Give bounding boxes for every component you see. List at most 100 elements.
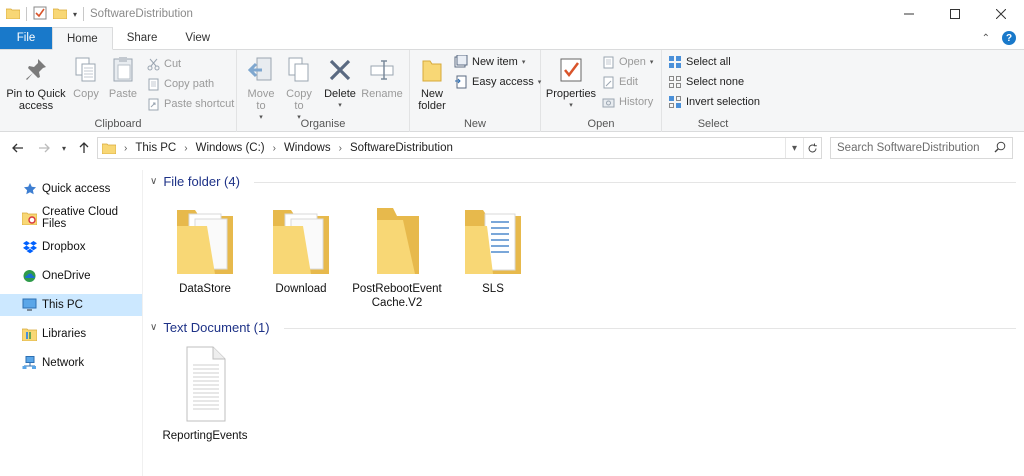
search-icon[interactable] (994, 141, 1006, 156)
invert-selection-button[interactable]: Invert selection (668, 93, 760, 111)
computer-icon (22, 298, 37, 313)
recent-locations-button[interactable]: ▾ (54, 138, 74, 158)
cut-button[interactable]: Cut (146, 55, 181, 73)
window-title: SoftwareDistribution (90, 8, 193, 20)
delete-button[interactable]: Delete ▾ (321, 54, 359, 112)
copy-icon (71, 54, 101, 86)
new-item-button[interactable]: New item ▾ (454, 53, 525, 71)
item-label: PostRebootEvent Cache.V2 (352, 283, 442, 309)
breadcrumb-softwaredistribution[interactable]: SoftwareDistribution (350, 142, 453, 154)
folder-item-sls[interactable]: SLS (449, 198, 537, 296)
search-input[interactable]: Search SoftwareDistribution (830, 137, 1013, 159)
history-button[interactable]: History (601, 93, 653, 111)
nav-item-network[interactable]: Network (0, 352, 142, 374)
rename-button[interactable]: Rename (359, 54, 405, 100)
delete-x-icon (325, 54, 355, 86)
collapse-ribbon-icon[interactable]: ⌃ (982, 33, 990, 44)
back-button[interactable] (8, 138, 28, 158)
move-to-button[interactable]: Move to ▾ (243, 54, 279, 124)
customize-toolbar-icon[interactable]: ▾ (73, 10, 77, 19)
breadcrumb-separator[interactable]: › (273, 143, 276, 154)
close-button[interactable] (978, 0, 1024, 28)
window-controls (886, 0, 1024, 28)
refresh-button[interactable] (803, 138, 821, 158)
item-label: SLS (482, 283, 504, 295)
select-all-button[interactable]: Select all (668, 53, 731, 71)
invert-selection-icon (668, 95, 682, 109)
tab-view[interactable]: View (171, 27, 224, 49)
open-icon (601, 55, 615, 69)
navigation-bar: ▾ › This PC › Windows (C:) › Windows › S… (0, 133, 1024, 163)
properties-button[interactable]: Properties ▾ (545, 54, 597, 112)
breadcrumb-this-pc[interactable]: This PC (135, 142, 176, 154)
item-label: Download (275, 283, 327, 295)
paste-shortcut-button[interactable]: Paste shortcut (146, 95, 234, 113)
new-folder-icon[interactable] (52, 7, 68, 22)
move-to-icon (246, 54, 276, 86)
breadcrumb-windows[interactable]: Windows (284, 142, 331, 154)
file-item-reportingevents[interactable]: ReportingEvents (161, 345, 249, 443)
properties-icon (556, 54, 586, 86)
copy-path-button[interactable]: Copy path (146, 75, 214, 93)
select-group: Select all Select none Invert selection … (662, 50, 764, 132)
group-header-text-document[interactable]: ∨ Text Document (1) (150, 320, 270, 335)
folder-item-download[interactable]: Download (257, 198, 345, 296)
forward-button[interactable] (34, 138, 54, 158)
tab-file[interactable]: File (0, 27, 52, 49)
scissors-icon (146, 57, 160, 71)
copy-path-icon (146, 77, 160, 91)
new-item-icon (454, 55, 468, 69)
nav-item-dropbox[interactable]: Dropbox (0, 236, 142, 258)
quick-access-toolbar: ▾ (0, 6, 85, 23)
nav-item-libraries[interactable]: Libraries (0, 323, 142, 345)
group-label: Select (697, 118, 729, 130)
libraries-icon (22, 327, 37, 342)
minimize-button[interactable] (886, 0, 932, 28)
new-folder-icon (417, 54, 447, 86)
dropbox-icon (22, 240, 37, 255)
nav-item-quick-access[interactable]: Quick access (0, 178, 142, 200)
empty-folder-icon (365, 198, 429, 278)
properties-icon[interactable] (33, 6, 47, 23)
select-all-icon (668, 55, 682, 69)
group-header-file-folder[interactable]: ∨ File folder (4) (150, 174, 240, 189)
pin-to-quick-access-button[interactable]: Pin to Quick access (4, 54, 68, 112)
help-icon[interactable]: ? (1002, 31, 1016, 45)
paste-button[interactable]: Paste (104, 54, 142, 100)
address-dropdown-button[interactable]: ▾ (785, 138, 803, 158)
nav-item-onedrive[interactable]: OneDrive (0, 265, 142, 287)
nav-item-creative-cloud-files[interactable]: Creative Cloud Files (0, 206, 142, 230)
edit-button[interactable]: Edit (601, 73, 638, 91)
folder-item-postrebooteventcache-v2[interactable]: PostRebootEvent Cache.V2 (352, 198, 442, 310)
open-button[interactable]: Open ▾ (601, 53, 653, 71)
copy-to-button[interactable]: Copy to ▾ (281, 54, 317, 124)
breadcrumb-windows-c[interactable]: Windows (C:) (196, 142, 265, 154)
select-none-button[interactable]: Select none (668, 73, 744, 91)
group-label: Clipboard (94, 118, 142, 130)
easy-access-button[interactable]: Easy access ▾ (454, 73, 541, 91)
breadcrumb-separator[interactable]: › (339, 143, 342, 154)
breadcrumb-separator[interactable]: › (184, 143, 187, 154)
rename-icon (367, 54, 397, 86)
group-label: Open (587, 118, 615, 130)
item-label: DataStore (179, 283, 231, 295)
new-folder-button[interactable]: New folder (414, 54, 450, 112)
maximize-button[interactable] (932, 0, 978, 28)
chevron-down-icon[interactable]: ∨ (150, 176, 157, 187)
refresh-icon (808, 143, 817, 152)
breadcrumb-separator[interactable]: › (124, 143, 127, 154)
chevron-down-icon[interactable]: ∨ (150, 322, 157, 333)
title-bar: ▾ SoftwareDistribution (0, 0, 1024, 28)
up-button[interactable] (74, 138, 94, 158)
divider (284, 328, 1016, 329)
folder-with-files-icon (269, 198, 333, 278)
paste-shortcut-icon (146, 97, 160, 111)
address-bar[interactable]: › This PC › Windows (C:) › Windows › Sof… (97, 137, 822, 159)
folder-item-datastore[interactable]: DataStore (161, 198, 249, 296)
pin-icon (21, 54, 51, 86)
nav-item-this-pc[interactable]: This PC (0, 294, 142, 316)
tab-share[interactable]: Share (113, 27, 172, 49)
tab-home[interactable]: Home (52, 27, 113, 50)
copy-button[interactable]: Copy (68, 54, 104, 100)
ribbon: Pin to Quick access Copy Paste Cut Copy … (0, 50, 1024, 132)
